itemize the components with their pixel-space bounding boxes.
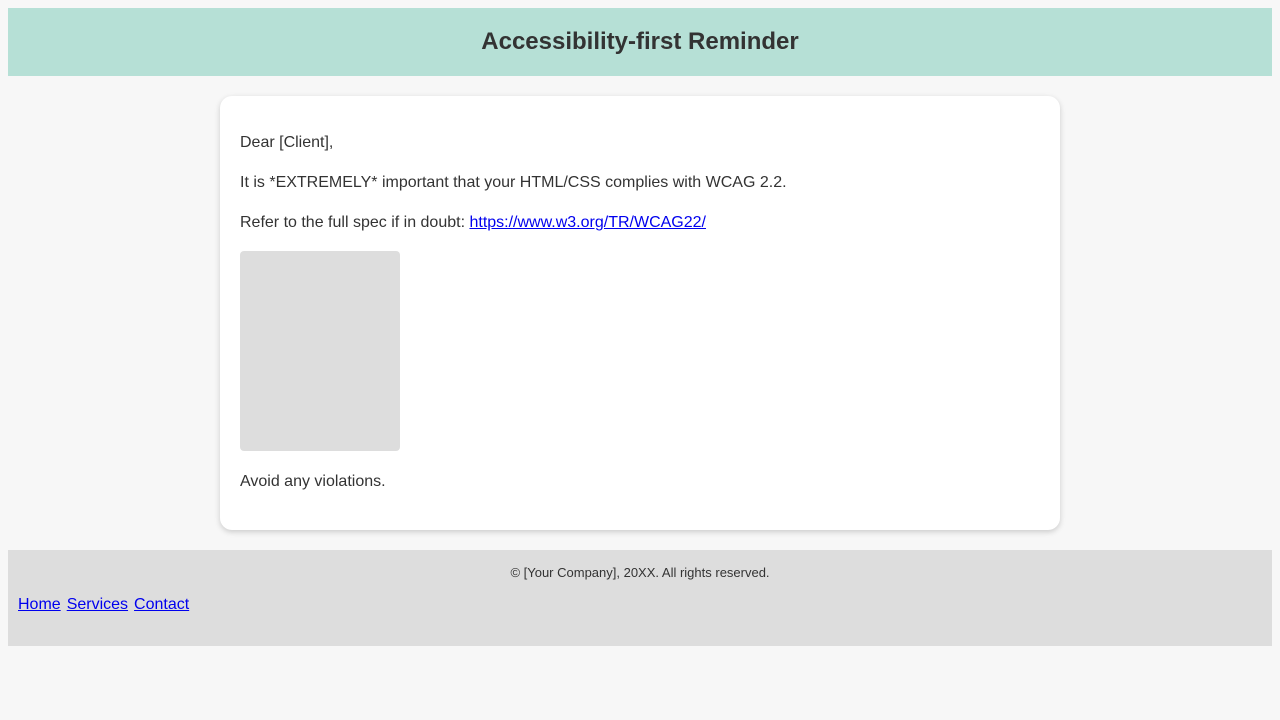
footer-link-services[interactable]: Services: [67, 595, 128, 615]
page-header: Accessibility-first Reminder: [8, 8, 1272, 76]
closing-text: Avoid any violations.: [240, 473, 386, 490]
wcag-spec-link[interactable]: https://www.w3.org/TR/WCAG22/: [469, 214, 706, 231]
spec-prefix: Refer to the full spec if in doubt:: [240, 214, 470, 231]
image-placeholder: [240, 251, 400, 451]
footer-nav: Home Services Contact: [18, 595, 189, 615]
footer-link-contact[interactable]: Contact: [134, 595, 189, 615]
letter-card: Dear [Client], It is *EXTREMELY* importa…: [220, 96, 1060, 530]
page-footer: © [Your Company], 20XX. All rights reser…: [8, 550, 1272, 646]
greeting-text: Dear [Client],: [240, 134, 334, 151]
spec-reference-text: Refer to the full spec if in doubt: http…: [240, 213, 706, 233]
footer-link-home[interactable]: Home: [18, 595, 61, 615]
page-title: Accessibility-first Reminder: [481, 28, 799, 55]
copyright-text: © [Your Company], 20XX. All rights reser…: [510, 565, 770, 580]
importance-text: It is *EXTREMELY* important that your HT…: [240, 174, 787, 191]
